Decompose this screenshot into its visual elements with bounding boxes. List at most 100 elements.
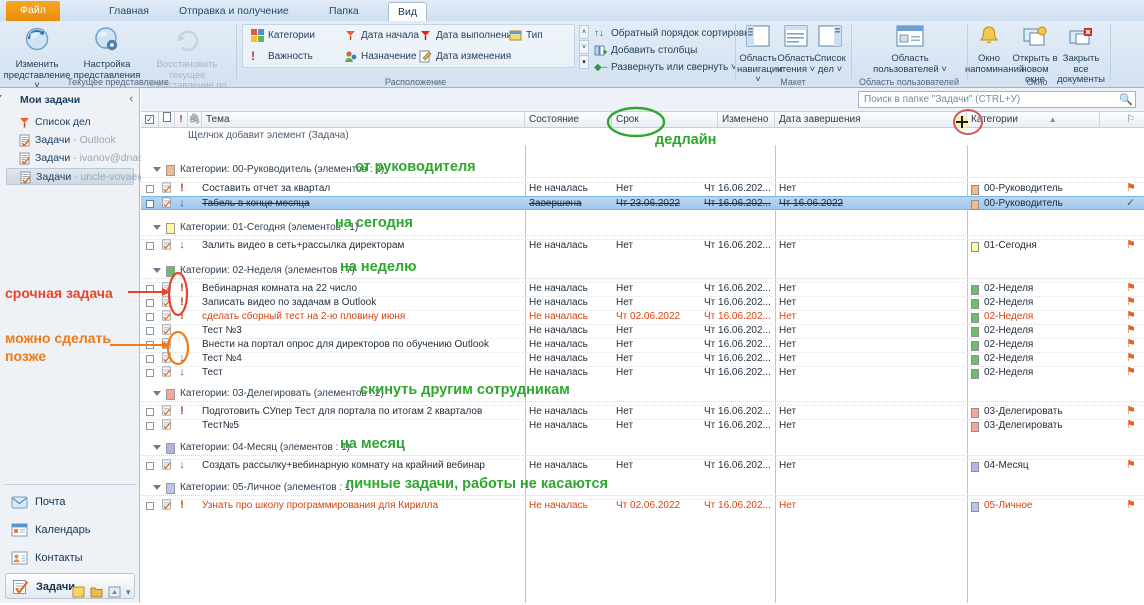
arrangement-scroll-up[interactable]: ˄ [579,25,589,39]
table-row[interactable]: Внести на портал опрос для директоров по… [141,338,1144,352]
column-header-status[interactable]: Состояние [525,112,612,127]
view-settings-button[interactable]: Настройка представления [70,23,144,81]
tab-file[interactable]: Файл [6,1,60,21]
folders-icon[interactable] [90,586,103,598]
search-input[interactable]: Поиск в папке "Задачи" (CTRL+У) 🔍 [858,91,1136,108]
tab-folder[interactable]: Папка [320,2,368,21]
arrange-categories[interactable]: Категории [250,27,315,44]
tab-view[interactable]: Вид [388,2,427,21]
table-row[interactable]: ↓ Табель в конце месяца Завершена Чт 23.… [141,196,1144,210]
arrange-start-date[interactable]: Дата начала [343,27,419,44]
flag-icon[interactable]: ⚑ [1126,459,1142,472]
table-row[interactable]: ↓ Тест Не началась Нет Чт 16.06.202... Н… [141,366,1144,380]
group-header-g03[interactable]: Категории: 03-Делегировать (элементов : … [141,387,1144,402]
column-header-checkbox[interactable]: ✓ [141,112,159,127]
flag-icon[interactable]: ⚑ [1126,419,1142,432]
group-header-g01[interactable]: Категории: 01-Сегодня (элементов : 1) [141,221,1144,236]
row-checkbox[interactable] [146,299,154,307]
collapse-triangle-icon[interactable] [153,167,161,172]
flag-icon[interactable]: ⚑ [1126,310,1142,323]
flag-icon[interactable]: ⚑ [1126,352,1142,365]
row-checkbox[interactable] [146,502,154,510]
flag-icon[interactable]: ⚑ [1126,239,1142,252]
sidebar-item-tasks-ivanov[interactable]: Задачи - ivanov@dnace.ru [18,150,161,167]
table-row[interactable]: Тест№5 Не началась Нет Чт 16.06.202... Н… [141,419,1144,433]
table-row[interactable]: ↓ Залить видео в сеть+рассылка директора… [141,239,1144,253]
table-row[interactable]: ! Вебинарная комната на 22 число Не нача… [141,282,1144,296]
people-pane-button[interactable]: Область пользователей ˅ [871,23,949,75]
row-checkbox[interactable] [146,185,154,193]
sidebar-item-tasks-uncle[interactable]: Задачи - uncle-vovae@mail.ru [6,168,179,185]
row-checkbox[interactable] [146,242,154,250]
arrange-due-date[interactable]: Дата выполнения [418,27,518,44]
new-item-row[interactable]: Щелчок добавит элемент (Задача) [141,129,1144,145]
column-header-completed[interactable]: Дата завершения [775,112,967,127]
collapse-triangle-icon[interactable] [153,445,161,450]
table-row[interactable]: Тест №3 Не началась Нет Чт 16.06.202... … [141,324,1144,338]
completed-check-icon[interactable]: ✓ [1126,197,1142,210]
flag-icon[interactable]: ⚑ [1126,282,1142,295]
todo-bar-button[interactable]: Список дел ˅ [811,23,849,75]
column-header-icon[interactable] [159,112,175,127]
column-header-attachment[interactable]: 🖇 [188,112,202,127]
flag-icon[interactable]: ⚑ [1126,324,1142,337]
row-checkbox[interactable] [146,422,154,430]
arrange-modified-date[interactable]: Дата изменения [418,48,511,65]
row-checkbox[interactable] [146,341,154,349]
table-row[interactable]: ! Подготовить СУпер Тест для портала по … [141,405,1144,419]
table-row[interactable]: ! Составить отчет за квартал Не началась… [141,182,1144,196]
column-header-due[interactable]: Срок [612,112,718,127]
flag-icon[interactable]: ⚑ [1126,182,1142,195]
collapse-triangle-icon[interactable] [153,268,161,273]
group-header-g04[interactable]: Категории: 04-Месяц (элементов : 1) [141,441,1144,456]
collapse-triangle-icon[interactable] [153,485,161,490]
arrange-assignment[interactable]: Назначение [343,48,417,65]
column-header-importance[interactable]: ! [175,112,188,127]
arrange-type[interactable]: Тип [508,27,543,44]
sidebar-item-tasks-outlook[interactable]: Задачи - Outlook [18,132,116,149]
flag-icon[interactable]: ⚑ [1126,296,1142,309]
arrangement-more[interactable]: ▾ [579,55,589,69]
group-header-g05[interactable]: Категории: 05-Личное (элементов : 1) [141,481,1144,496]
cell-subject: Внести на портал опрос для директоров по… [202,339,489,350]
table-row[interactable]: ↓ Тест №4 Не началась Нет Чт 16.06.202..… [141,352,1144,366]
flag-icon[interactable]: ⚑ [1126,499,1142,512]
table-row[interactable]: ! Узнать про школу программирования для … [141,499,1144,513]
row-checkbox[interactable] [146,327,154,335]
column-header-modified[interactable]: Изменено [718,112,775,127]
tab-home[interactable]: Главная [100,2,158,21]
column-header-subject[interactable]: Тема [202,112,525,127]
flag-icon[interactable]: ⚑ [1126,366,1142,379]
reminders-window-button[interactable]: Окно напоминаний [965,23,1024,75]
column-header-categories[interactable]: Категории ▲ [967,112,1100,127]
row-checkbox[interactable] [146,462,154,470]
tab-send-receive[interactable]: Отправка и получение [170,2,298,21]
sidebar-item-todo-list[interactable]: Список дел [18,114,91,131]
chevron-left-icon[interactable]: ‹ [129,93,133,105]
module-button-calendar[interactable]: Календарь [5,517,135,543]
arrangement-scroll-down[interactable]: ˅ [579,40,589,54]
group-header-g00[interactable]: Категории: 00-Руководитель (элементов : … [141,163,1144,178]
row-checkbox[interactable] [146,285,154,293]
search-icon[interactable]: 🔍 [1119,93,1133,106]
row-checkbox[interactable] [146,369,154,377]
notes-icon[interactable] [72,586,85,598]
table-row[interactable]: ! сделать сборный тест на 2-ю пловину ию… [141,310,1144,324]
more-icon[interactable]: ▾ [126,586,139,598]
collapse-triangle-icon[interactable] [153,225,161,230]
row-checkbox[interactable] [146,313,154,321]
group-header-g02[interactable]: Категории: 02-Неделя (элементов : 7) [141,264,1144,279]
column-header-flag[interactable]: ⚐ [1100,112,1144,127]
row-checkbox[interactable] [146,200,154,208]
shortcuts-icon[interactable] [108,586,121,598]
collapse-triangle-icon[interactable] [153,391,161,396]
module-button-contacts[interactable]: Контакты [5,545,135,571]
table-row[interactable]: ↓ Создать рассылку+вебинарную комнату на… [141,459,1144,473]
row-checkbox[interactable] [146,355,154,363]
table-row[interactable]: ! Записать видео по задачам в Outlook Не… [141,296,1144,310]
row-checkbox[interactable] [146,408,154,416]
flag-icon[interactable]: ⚑ [1126,338,1142,351]
module-button-mail[interactable]: Почта [5,489,135,515]
flag-icon[interactable]: ⚑ [1126,405,1142,418]
arrange-importance[interactable]: ! Важность [250,48,313,65]
